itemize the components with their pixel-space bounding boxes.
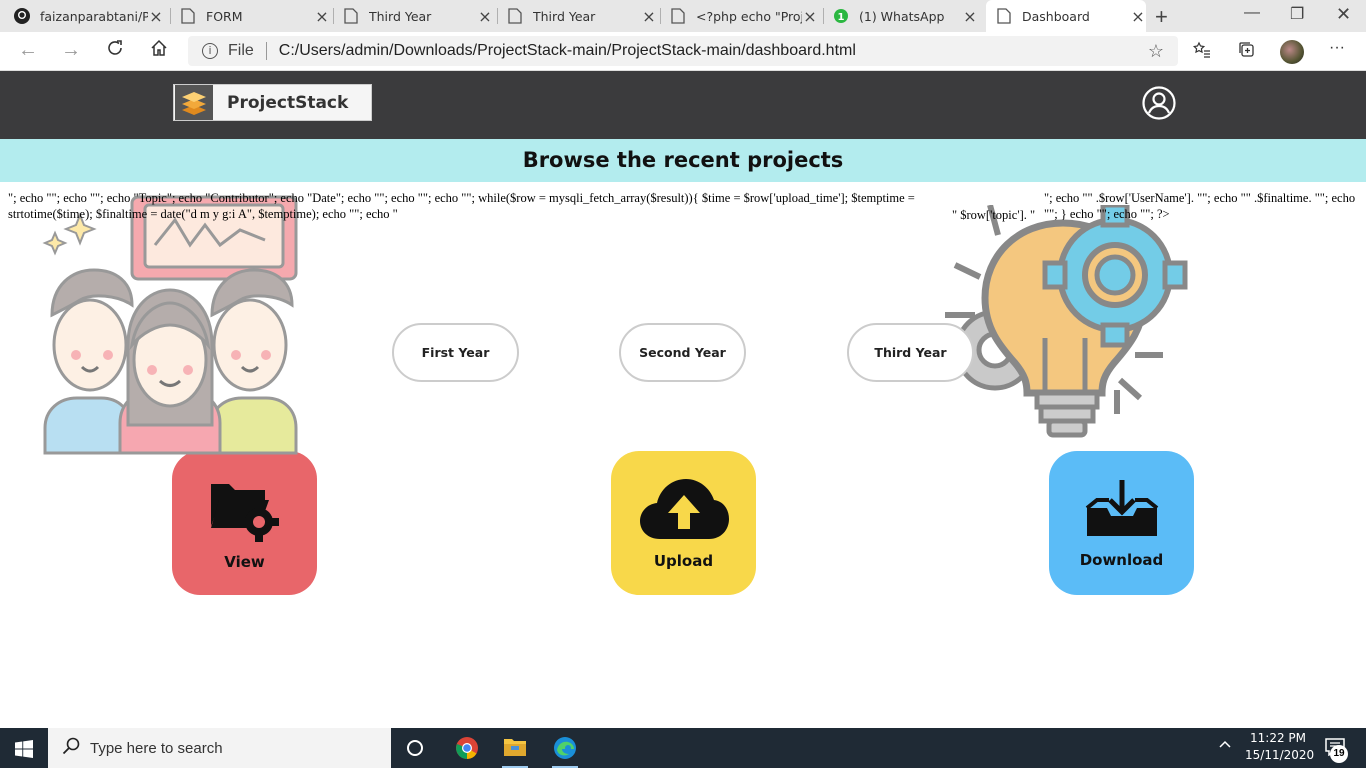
close-window-button[interactable]: ✕ — [1336, 4, 1351, 25]
home-button[interactable] — [150, 39, 168, 63]
file-explorer-icon[interactable] — [503, 736, 529, 760]
scheme-label: File — [228, 42, 254, 59]
tray-download-icon — [1085, 478, 1159, 545]
close-icon[interactable]: × — [962, 7, 978, 26]
tab-title: faizanparabtani/Pr — [40, 8, 148, 24]
address-toolbar: ← → i File C:/Users/admin/Downloads/Proj… — [0, 32, 1366, 71]
close-icon[interactable]: × — [641, 7, 657, 26]
tab-title: Third Year — [533, 8, 596, 24]
close-icon[interactable]: × — [802, 7, 818, 26]
download-label: Download — [1079, 550, 1164, 569]
view-label: View — [224, 552, 265, 571]
download-card-button[interactable]: Download — [1049, 451, 1194, 595]
php-leak-text-middle: " $row['topic']. " — [952, 208, 1036, 222]
minimize-button[interactable]: — — [1244, 4, 1260, 22]
page-icon — [343, 8, 359, 24]
tab-title: (1) WhatsApp — [859, 8, 945, 24]
more-menu-icon[interactable]: ··· — [1329, 39, 1345, 57]
restore-button[interactable]: ❐ — [1290, 4, 1304, 24]
task-view-icon[interactable] — [404, 737, 430, 761]
url-text[interactable]: C:/Users/admin/Downloads/ProjectStack-ma… — [279, 42, 856, 60]
upload-label: Upload — [653, 551, 714, 570]
search-icon — [62, 737, 80, 760]
system-clock[interactable]: 11:22 PM 15/11/2020 — [1245, 730, 1315, 764]
page-icon — [507, 8, 523, 24]
second-year-button[interactable]: Second Year — [619, 323, 746, 382]
tab-dashboard[interactable]: Dashboard × — [986, 0, 1146, 32]
chevron-up-icon[interactable] — [1218, 737, 1232, 756]
refresh-icon — [108, 40, 122, 55]
first-year-button[interactable]: First Year — [392, 323, 519, 382]
tab-title: <?php echo "Proje — [696, 8, 802, 24]
upload-card-button[interactable]: Upload — [611, 451, 756, 595]
page-icon — [996, 8, 1012, 24]
page-icon — [180, 8, 196, 24]
home-icon — [151, 39, 167, 56]
tab-third-year-2[interactable]: Third Year × — [507, 0, 657, 32]
page-title: Browse the recent projects — [0, 139, 1366, 182]
favorites-icon[interactable] — [1192, 41, 1211, 64]
notification-badge: 19 — [1330, 745, 1348, 763]
search-placeholder: Type here to search — [90, 739, 223, 757]
folder-gear-icon — [209, 476, 281, 547]
close-icon[interactable]: × — [314, 7, 330, 26]
php-leak-text-right: "; echo "" .$row['UserName']. ""; echo "… — [1044, 191, 1356, 221]
cloud-upload-icon — [638, 477, 730, 546]
browser-tab-bar: faizanparabtani/Pr × FORM × Third Year ×… — [0, 0, 1366, 32]
close-icon[interactable]: × — [477, 7, 493, 26]
tab-title: Third Year — [369, 8, 432, 24]
page-icon — [670, 8, 686, 24]
windows-taskbar: Type here to search 11:22 PM 15/11/2020 … — [0, 728, 1366, 768]
collections-icon[interactable] — [1238, 41, 1256, 64]
tab-title: FORM — [206, 8, 243, 24]
third-year-button[interactable]: Third Year — [847, 323, 974, 382]
tab-github[interactable]: faizanparabtani/Pr × — [14, 0, 164, 32]
edge-browser-icon[interactable] — [553, 736, 579, 760]
tab-form[interactable]: FORM × — [180, 0, 330, 32]
info-icon[interactable]: i — [202, 43, 218, 59]
tab-third-year-1[interactable]: Third Year × — [343, 0, 493, 32]
view-card-button[interactable]: View — [172, 451, 317, 595]
github-icon — [14, 8, 30, 24]
user-account-icon[interactable] — [1142, 86, 1176, 120]
close-icon[interactable]: × — [1130, 7, 1146, 26]
favorite-star-icon[interactable]: ☆ — [1148, 41, 1164, 62]
site-header: ProjectStack — [0, 71, 1366, 139]
php-leak-text-left: "; echo ""; echo ""; echo "Topic"; echo … — [8, 191, 915, 221]
logo-text: ProjectStack — [227, 92, 349, 113]
chrome-icon[interactable] — [455, 736, 481, 760]
team-illustration — [40, 195, 302, 457]
tab-title: Dashboard — [1022, 8, 1090, 24]
clock-date: 15/11/2020 — [1245, 748, 1315, 762]
svg-text:1: 1 — [838, 12, 845, 23]
refresh-button[interactable] — [106, 39, 124, 63]
forward-button[interactable]: → — [61, 39, 81, 62]
stack-logo-icon — [175, 85, 213, 120]
taskbar-search[interactable]: Type here to search — [48, 728, 391, 768]
site-logo[interactable]: ProjectStack — [173, 84, 372, 121]
clock-time: 11:22 PM — [1250, 731, 1306, 745]
tab-php[interactable]: <?php echo "Proje × — [670, 0, 818, 32]
idea-bulb-illustration — [945, 202, 1190, 450]
address-bar[interactable]: i File C:/Users/admin/Downloads/ProjectS… — [188, 36, 1178, 66]
tab-whatsapp[interactable]: 1 (1) WhatsApp × — [833, 0, 978, 32]
close-icon[interactable]: × — [148, 7, 164, 26]
whatsapp-icon: 1 — [833, 8, 849, 24]
windows-start-icon[interactable] — [15, 740, 33, 758]
profile-avatar[interactable] — [1280, 40, 1304, 64]
back-button[interactable]: ← — [18, 39, 38, 62]
new-tab-button[interactable]: + — [1155, 4, 1168, 30]
